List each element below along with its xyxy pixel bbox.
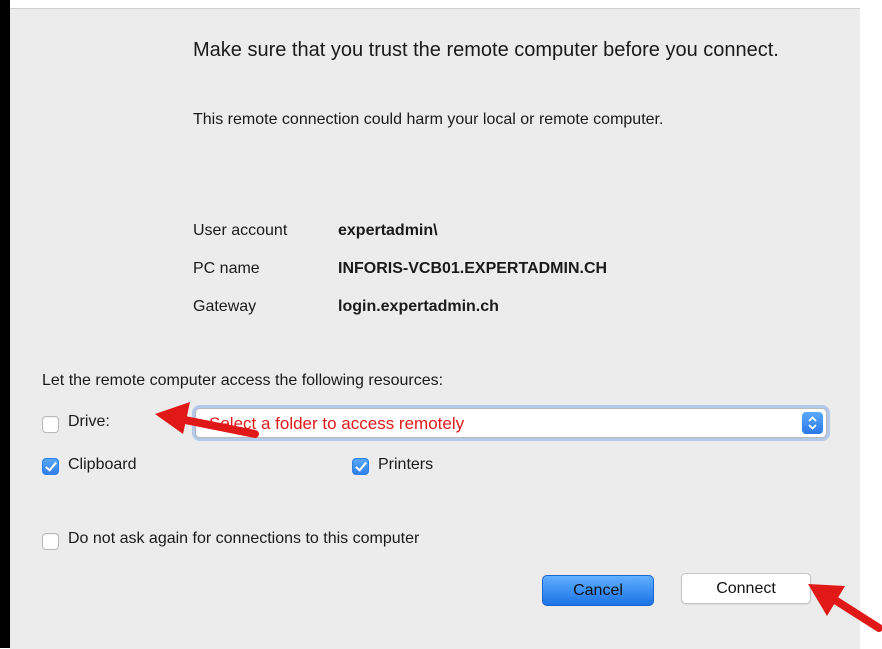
user-account-value: expertadmin\: [338, 222, 438, 239]
clipboard-label: Clipboard: [68, 456, 137, 473]
drive-checkbox[interactable]: [42, 416, 59, 433]
do-not-ask-label: Do not ask again for connections to this…: [68, 530, 420, 547]
remote-connection-dialog: Make sure that you trust the remote comp…: [10, 8, 860, 649]
resources-heading: Let the remote computer access the follo…: [42, 372, 444, 389]
drive-label: Drive:: [68, 413, 110, 430]
annotation-arrow-connect: [808, 584, 882, 632]
drive-folder-select[interactable]: Select a folder to access remotely: [195, 408, 827, 438]
gateway-label: Gateway: [193, 298, 257, 315]
pc-name-value: INFORIS-VCB01.EXPERTADMIN.CH: [338, 260, 608, 277]
chevron-up-down-icon[interactable]: [802, 412, 823, 434]
printers-checkbox[interactable]: [352, 458, 369, 475]
do-not-ask-checkbox[interactable]: [42, 533, 59, 550]
cancel-button[interactable]: Cancel: [542, 575, 654, 606]
gateway-value: login.expertadmin.ch: [338, 298, 499, 315]
clipboard-checkbox[interactable]: [42, 458, 59, 475]
user-account-label: User account: [193, 222, 288, 239]
pc-name-label: PC name: [193, 260, 260, 277]
dialog-title: Make sure that you trust the remote comp…: [193, 39, 779, 61]
annotation-arrow-drive: [155, 402, 259, 438]
dialog-warning: This remote connection could harm your l…: [193, 111, 664, 128]
connect-button[interactable]: Connect: [681, 573, 811, 604]
printers-label: Printers: [378, 456, 434, 473]
window-edge: [0, 0, 10, 648]
